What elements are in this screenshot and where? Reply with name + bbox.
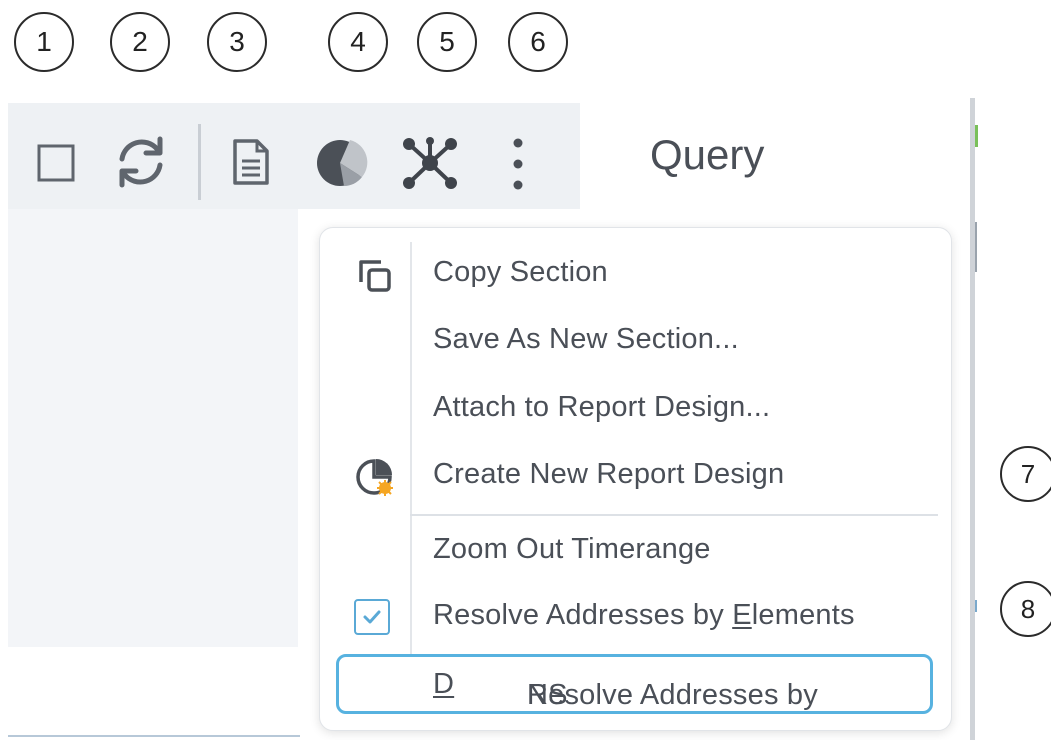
callout-1: 1 bbox=[14, 12, 74, 72]
menu-item-resolve-by-dns[interactable]: Resolve Addresses by D NS bbox=[336, 654, 933, 714]
menu-separator bbox=[410, 514, 938, 516]
callout-7-label: 7 bbox=[1020, 458, 1036, 489]
callout-6: 6 bbox=[508, 12, 568, 72]
callout-3: 3 bbox=[207, 12, 267, 72]
resolve-elements-prefix: Resolve Addresses by bbox=[433, 599, 733, 631]
more-vertical-icon[interactable] bbox=[511, 137, 525, 195]
copy-icon bbox=[355, 256, 395, 300]
callout-5: 5 bbox=[417, 12, 477, 72]
callout-5-label: 5 bbox=[439, 26, 455, 57]
panel-divider bbox=[970, 98, 975, 740]
network-icon[interactable] bbox=[401, 136, 459, 194]
toolbar-separator bbox=[198, 124, 201, 200]
resolve-elements-mnemonic: E bbox=[732, 599, 752, 631]
menu-icon-gutter bbox=[410, 242, 412, 656]
menu-item-save-as-new-section[interactable]: Save As New Section... bbox=[433, 323, 739, 356]
refresh-icon[interactable] bbox=[110, 131, 172, 197]
left-panel bbox=[8, 209, 298, 647]
new-report-icon bbox=[354, 457, 394, 501]
pie-chart-icon[interactable] bbox=[314, 137, 368, 193]
menu-item-create-new-report-design[interactable]: Create New Report Design bbox=[433, 458, 784, 491]
checkmark-icon bbox=[363, 610, 381, 624]
callout-4: 4 bbox=[328, 12, 388, 72]
menu-item-resolve-by-elements[interactable]: Resolve Addresses by Elements bbox=[433, 599, 855, 632]
callout-8-label: 8 bbox=[1020, 593, 1036, 624]
callout-2: 2 bbox=[110, 12, 170, 72]
callout-8: 8 bbox=[1000, 581, 1051, 637]
bottom-divider bbox=[8, 735, 300, 737]
menu-item-zoom-out-timerange[interactable]: Zoom Out Timerange bbox=[433, 533, 711, 566]
callout-2-label: 2 bbox=[132, 26, 148, 57]
callout-3-label: 3 bbox=[229, 26, 245, 57]
checkbox-resolve-by-elements[interactable] bbox=[354, 599, 390, 635]
scroll-tick bbox=[975, 222, 977, 272]
toolbar bbox=[8, 103, 580, 209]
callout-4-label: 4 bbox=[350, 26, 366, 57]
resolve-dns-suffix: NS bbox=[527, 679, 568, 711]
resolve-dns-label: Resolve Addresses by D NS bbox=[433, 668, 818, 711]
callout-1-label: 1 bbox=[36, 26, 52, 57]
document-icon[interactable] bbox=[231, 137, 271, 191]
query-title: Query bbox=[650, 131, 765, 178]
callout-7: 7 bbox=[1000, 446, 1051, 502]
square-icon[interactable] bbox=[37, 144, 75, 186]
menu-item-copy-section[interactable]: Copy Section bbox=[433, 256, 608, 289]
resolve-elements-suffix: lements bbox=[751, 599, 855, 631]
resolve-dns-mnemonic: D bbox=[433, 668, 455, 700]
resolve-dns-prefix: Resolve Addresses by bbox=[527, 679, 818, 711]
callout-6-label: 6 bbox=[530, 26, 546, 57]
scroll-tick bbox=[975, 600, 977, 612]
status-indicator bbox=[975, 125, 978, 147]
menu-item-attach-to-report-design[interactable]: Attach to Report Design... bbox=[433, 391, 770, 424]
